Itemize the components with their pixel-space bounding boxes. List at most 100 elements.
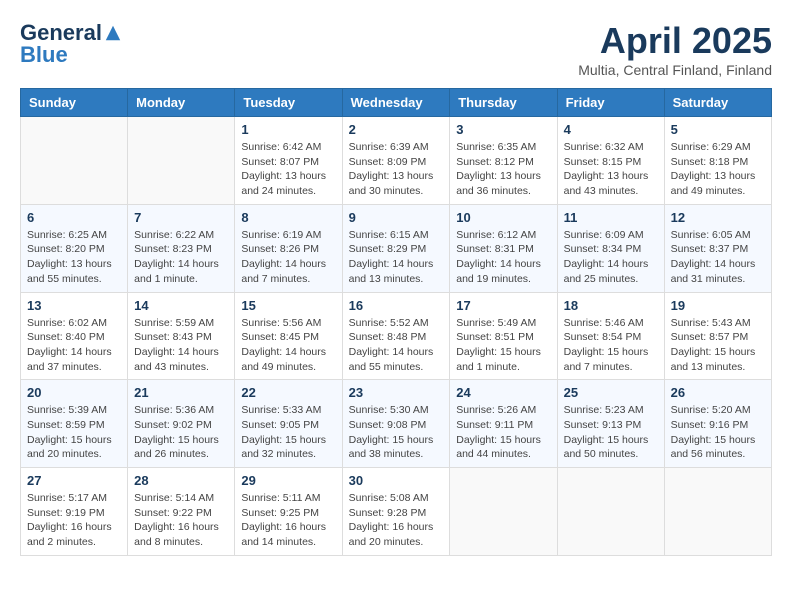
weekday-header: Thursday	[450, 89, 557, 117]
calendar-cell: 20 Sunrise: 5:39 AM Sunset: 8:59 PM Dayli…	[21, 380, 128, 468]
calendar-cell: 23 Sunrise: 5:30 AM Sunset: 9:08 PM Dayli…	[342, 380, 450, 468]
day-info: Sunrise: 5:08 AM Sunset: 9:28 PM Dayligh…	[349, 491, 444, 550]
calendar-cell: 17 Sunrise: 5:49 AM Sunset: 8:51 PM Dayli…	[450, 292, 557, 380]
calendar-cell: 16Sunrise: 5:52 AM Sunset: 8:48 PM Dayli…	[342, 292, 450, 380]
day-info: Sunrise: 6:12 AM Sunset: 8:31 PM Dayligh…	[456, 228, 550, 287]
calendar-cell	[128, 117, 235, 205]
day-number: 19	[671, 298, 765, 313]
day-number: 13	[27, 298, 121, 313]
day-info: Sunrise: 5:26 AM Sunset: 9:11 PM Dayligh…	[456, 403, 550, 462]
day-info: Sunrise: 5:49 AM Sunset: 8:51 PM Dayligh…	[456, 316, 550, 375]
day-number: 10	[456, 210, 550, 225]
logo-blue: Blue	[20, 42, 68, 68]
day-info: Sunrise: 5:17 AM Sunset: 9:19 PM Dayligh…	[27, 491, 121, 550]
day-info: Sunrise: 6:35 AM Sunset: 8:12 PM Dayligh…	[456, 140, 550, 199]
location: Multia, Central Finland, Finland	[578, 62, 772, 78]
day-number: 7	[134, 210, 228, 225]
day-number: 23	[349, 385, 444, 400]
logo-icon	[104, 24, 122, 42]
day-number: 6	[27, 210, 121, 225]
day-number: 25	[564, 385, 658, 400]
day-info: Sunrise: 6:15 AM Sunset: 8:29 PM Dayligh…	[349, 228, 444, 287]
calendar-cell: 1 Sunrise: 6:42 AM Sunset: 8:07 PM Daylig…	[235, 117, 342, 205]
title-block: April 2025 Multia, Central Finland, Finl…	[578, 20, 772, 78]
day-number: 1	[241, 122, 335, 137]
day-number: 3	[456, 122, 550, 137]
calendar-cell: 7 Sunrise: 6:22 AM Sunset: 8:23 PM Daylig…	[128, 204, 235, 292]
calendar-cell: 6 Sunrise: 6:25 AM Sunset: 8:20 PM Daylig…	[21, 204, 128, 292]
weekday-header: Saturday	[664, 89, 771, 117]
day-info: Sunrise: 6:19 AM Sunset: 8:26 PM Dayligh…	[241, 228, 335, 287]
day-info: Sunrise: 6:22 AM Sunset: 8:23 PM Dayligh…	[134, 228, 228, 287]
day-info: Sunrise: 5:20 AM Sunset: 9:16 PM Dayligh…	[671, 403, 765, 462]
calendar-cell: 26Sunrise: 5:20 AM Sunset: 9:16 PM Dayli…	[664, 380, 771, 468]
day-number: 15	[241, 298, 335, 313]
day-number: 12	[671, 210, 765, 225]
day-info: Sunrise: 6:29 AM Sunset: 8:18 PM Dayligh…	[671, 140, 765, 199]
day-number: 8	[241, 210, 335, 225]
calendar-cell: 30Sunrise: 5:08 AM Sunset: 9:28 PM Dayli…	[342, 468, 450, 556]
weekday-header: Sunday	[21, 89, 128, 117]
calendar-cell: 29 Sunrise: 5:11 AM Sunset: 9:25 PM Dayli…	[235, 468, 342, 556]
day-number: 9	[349, 210, 444, 225]
calendar-cell: 19 Sunrise: 5:43 AM Sunset: 8:57 PM Dayli…	[664, 292, 771, 380]
day-info: Sunrise: 6:02 AM Sunset: 8:40 PM Dayligh…	[27, 316, 121, 375]
day-info: Sunrise: 6:42 AM Sunset: 8:07 PM Dayligh…	[241, 140, 335, 199]
day-info: Sunrise: 5:11 AM Sunset: 9:25 PM Dayligh…	[241, 491, 335, 550]
page-header: General Blue April 2025 Multia, Central …	[20, 20, 772, 78]
day-info: Sunrise: 5:23 AM Sunset: 9:13 PM Dayligh…	[564, 403, 658, 462]
calendar-cell	[557, 468, 664, 556]
weekday-header: Wednesday	[342, 89, 450, 117]
day-number: 22	[241, 385, 335, 400]
calendar-cell: 21 Sunrise: 5:36 AM Sunset: 9:02 PM Dayli…	[128, 380, 235, 468]
day-number: 27	[27, 473, 121, 488]
day-number: 14	[134, 298, 228, 313]
weekday-header: Friday	[557, 89, 664, 117]
calendar-cell: 28Sunrise: 5:14 AM Sunset: 9:22 PM Dayli…	[128, 468, 235, 556]
day-info: Sunrise: 5:43 AM Sunset: 8:57 PM Dayligh…	[671, 316, 765, 375]
day-info: Sunrise: 6:05 AM Sunset: 8:37 PM Dayligh…	[671, 228, 765, 287]
day-info: Sunrise: 5:33 AM Sunset: 9:05 PM Dayligh…	[241, 403, 335, 462]
day-number: 20	[27, 385, 121, 400]
calendar-week-row: 27 Sunrise: 5:17 AM Sunset: 9:19 PM Dayli…	[21, 468, 772, 556]
calendar-cell: 13 Sunrise: 6:02 AM Sunset: 8:40 PM Dayli…	[21, 292, 128, 380]
day-number: 29	[241, 473, 335, 488]
calendar-week-row: 20 Sunrise: 5:39 AM Sunset: 8:59 PM Dayli…	[21, 380, 772, 468]
day-info: Sunrise: 5:14 AM Sunset: 9:22 PM Dayligh…	[134, 491, 228, 550]
calendar-header-row: SundayMondayTuesdayWednesdayThursdayFrid…	[21, 89, 772, 117]
calendar-cell: 9 Sunrise: 6:15 AM Sunset: 8:29 PM Daylig…	[342, 204, 450, 292]
calendar-week-row: 1 Sunrise: 6:42 AM Sunset: 8:07 PM Daylig…	[21, 117, 772, 205]
day-info: Sunrise: 5:30 AM Sunset: 9:08 PM Dayligh…	[349, 403, 444, 462]
calendar-cell: 27 Sunrise: 5:17 AM Sunset: 9:19 PM Dayli…	[21, 468, 128, 556]
day-number: 11	[564, 210, 658, 225]
day-info: Sunrise: 5:59 AM Sunset: 8:43 PM Dayligh…	[134, 316, 228, 375]
day-number: 24	[456, 385, 550, 400]
day-info: Sunrise: 5:36 AM Sunset: 9:02 PM Dayligh…	[134, 403, 228, 462]
calendar-cell	[664, 468, 771, 556]
calendar-table: SundayMondayTuesdayWednesdayThursdayFrid…	[20, 88, 772, 556]
day-info: Sunrise: 5:46 AM Sunset: 8:54 PM Dayligh…	[564, 316, 658, 375]
calendar-cell	[21, 117, 128, 205]
logo: General Blue	[20, 20, 122, 68]
day-info: Sunrise: 6:25 AM Sunset: 8:20 PM Dayligh…	[27, 228, 121, 287]
day-number: 17	[456, 298, 550, 313]
calendar-cell	[450, 468, 557, 556]
calendar-cell: 12 Sunrise: 6:05 AM Sunset: 8:37 PM Dayli…	[664, 204, 771, 292]
day-info: Sunrise: 5:56 AM Sunset: 8:45 PM Dayligh…	[241, 316, 335, 375]
day-number: 16	[349, 298, 444, 313]
calendar-cell: 14 Sunrise: 5:59 AM Sunset: 8:43 PM Dayli…	[128, 292, 235, 380]
day-info: Sunrise: 6:39 AM Sunset: 8:09 PM Dayligh…	[349, 140, 444, 199]
month-title: April 2025	[578, 20, 772, 62]
day-info: Sunrise: 5:39 AM Sunset: 8:59 PM Dayligh…	[27, 403, 121, 462]
day-number: 18	[564, 298, 658, 313]
calendar-week-row: 13 Sunrise: 6:02 AM Sunset: 8:40 PM Dayli…	[21, 292, 772, 380]
calendar-cell: 8 Sunrise: 6:19 AM Sunset: 8:26 PM Daylig…	[235, 204, 342, 292]
calendar-cell: 4 Sunrise: 6:32 AM Sunset: 8:15 PM Daylig…	[557, 117, 664, 205]
day-number: 21	[134, 385, 228, 400]
day-number: 5	[671, 122, 765, 137]
day-number: 4	[564, 122, 658, 137]
weekday-header: Monday	[128, 89, 235, 117]
calendar-week-row: 6 Sunrise: 6:25 AM Sunset: 8:20 PM Daylig…	[21, 204, 772, 292]
calendar-cell: 11Sunrise: 6:09 AM Sunset: 8:34 PM Dayli…	[557, 204, 664, 292]
day-info: Sunrise: 6:32 AM Sunset: 8:15 PM Dayligh…	[564, 140, 658, 199]
